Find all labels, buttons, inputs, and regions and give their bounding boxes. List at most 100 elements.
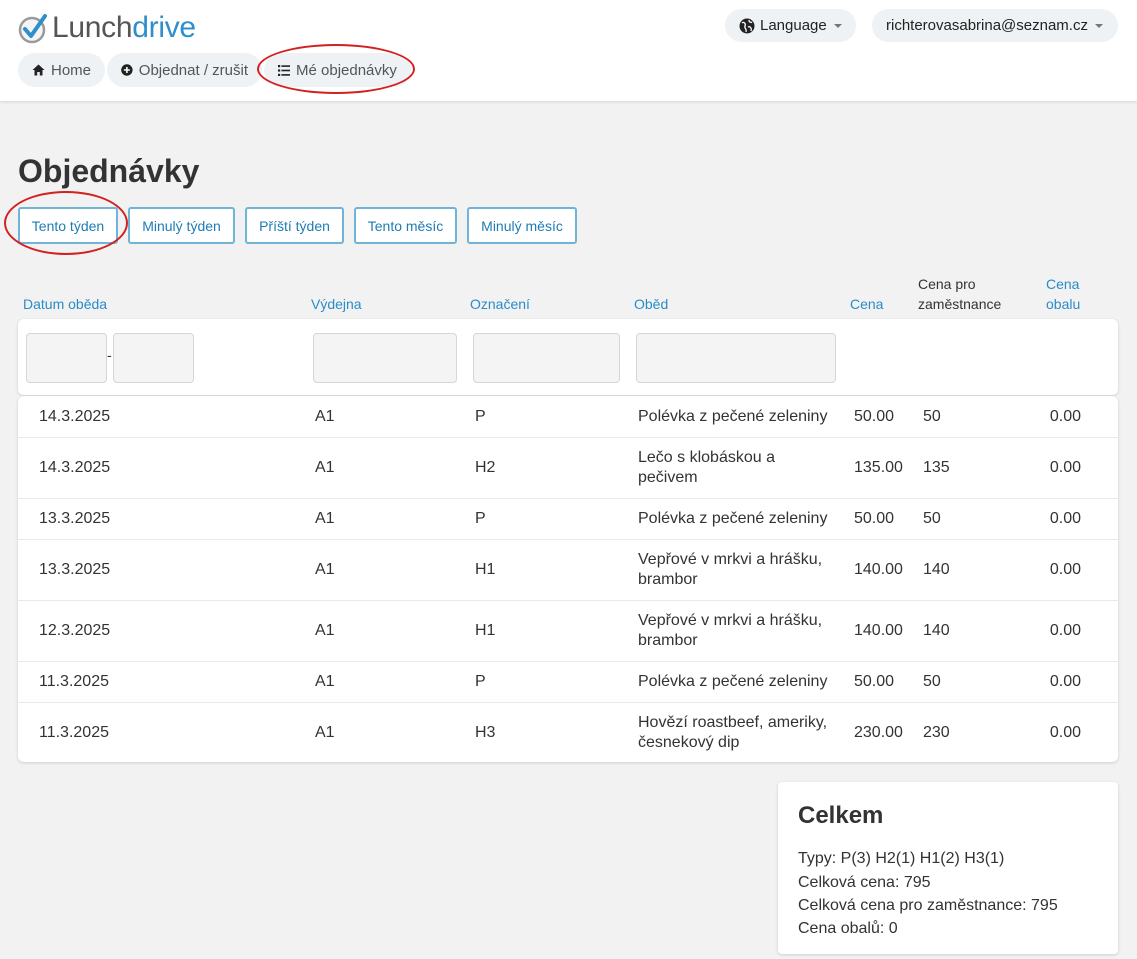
table-row: 14.3.2025 A1 P Polévka z pečené zeleniny…: [18, 396, 1118, 437]
filter-row: -: [18, 319, 1118, 395]
cell-price: 140.00: [854, 622, 903, 639]
next-week-button[interactable]: Příští týden: [245, 207, 344, 244]
summary-total-employee-price: Celková cena pro zaměstnance: 795: [798, 897, 1058, 914]
page-title: Objednávky: [18, 153, 200, 189]
summary-types: Typy: P(3) H2(1) H1(2) H3(1): [798, 850, 1005, 867]
last-week-button[interactable]: Minulý týden: [128, 207, 235, 244]
language-dropdown[interactable]: Language: [725, 9, 856, 42]
nav-my-orders-label: Mé objednávky: [296, 61, 397, 79]
summary-card: Celkem Typy: P(3) H2(1) H1(2) H3(1) Celk…: [778, 782, 1118, 954]
logo-check-icon: [18, 14, 47, 44]
cell-date: 11.3.2025: [39, 723, 109, 741]
chevron-down-icon: [1094, 23, 1103, 28]
cell-packaging-price: 0.00: [1049, 510, 1081, 527]
cell-price: 50.00: [854, 510, 895, 527]
table-row: 12.3.2025 A1 H1 Vepřové v mrkvi a hrášku…: [18, 600, 1118, 661]
cell-meal: Polévka z pečené zeleniny: [638, 673, 828, 690]
cell-canteen: A1: [315, 510, 335, 527]
cell-packaging-price: 0.00: [1049, 723, 1081, 741]
language-label: Language: [760, 17, 827, 34]
summary-title: Celkem: [798, 802, 884, 829]
cell-canteen: A1: [315, 723, 335, 741]
top-bar: Lunchdrive Language richterovasabrina@se…: [0, 0, 1137, 101]
user-menu-dropdown[interactable]: richterovasabrina@seznam.cz: [872, 9, 1118, 42]
cell-employee-price: 50: [923, 407, 941, 425]
plus-circle-icon: [121, 64, 133, 76]
column-header-packaging-line1: Cena: [1046, 276, 1080, 292]
cell-meal: Hovězí roastbeef, ameriky, česnekový dip: [638, 713, 828, 751]
column-header-date[interactable]: Datum oběda: [23, 294, 107, 314]
cell-meal: Vepřové v mrkvi a hrášku, brambor: [638, 612, 823, 649]
cell-date: 14.3.2025: [39, 459, 111, 476]
cell-code: H1: [475, 622, 496, 639]
nav-home-label: Home: [50, 61, 91, 79]
cell-code: H1: [475, 561, 496, 578]
column-header-packaging-price[interactable]: Cena obalu: [1046, 274, 1080, 314]
cell-price: 230.00: [854, 723, 903, 741]
cell-packaging-price: 0.00: [1049, 459, 1081, 476]
logo-text-drive: drive: [132, 11, 196, 44]
cell-code: H3: [475, 723, 496, 741]
globe-icon: [739, 18, 755, 33]
meal-filter-input[interactable]: [636, 333, 836, 383]
this-month-button[interactable]: Tento měsíc: [354, 207, 457, 244]
user-email: richterovasabrina@seznam.cz: [886, 17, 1088, 34]
nav-my-orders[interactable]: Mé objednávky: [264, 53, 411, 87]
table-row: 14.3.2025 A1 H2 Lečo s klobáskou a pečiv…: [18, 437, 1118, 498]
cell-packaging-price: 0.00: [1049, 561, 1081, 578]
cell-canteen: A1: [315, 561, 335, 578]
cell-canteen: A1: [315, 459, 335, 476]
column-header-canteen[interactable]: Výdejna: [311, 294, 362, 314]
cell-canteen: A1: [315, 622, 335, 639]
date-from-filter-input[interactable]: [26, 333, 107, 383]
lunchdrive-logo[interactable]: Lunchdrive: [18, 11, 196, 45]
nav-order-label: Objednat / zrušit: [138, 61, 248, 79]
column-header-code[interactable]: Označení: [470, 294, 530, 314]
cell-meal: Polévka z pečené zeleniny: [638, 510, 828, 527]
column-header-employee-price: Cena pro zaměstnance: [918, 274, 1001, 314]
cell-date: 11.3.2025: [39, 673, 109, 690]
cell-code: P: [475, 407, 486, 425]
cell-code: P: [475, 673, 486, 690]
cell-date: 13.3.2025: [39, 561, 111, 578]
cell-meal: Lečo s klobáskou a pečivem: [638, 449, 775, 486]
logo-text-lunch: Lunch: [52, 11, 133, 44]
cell-meal: Polévka z pečené zeleniny: [638, 407, 828, 425]
column-header-employee-price-line2: zaměstnance: [918, 296, 1002, 312]
cell-date: 14.3.2025: [39, 407, 111, 425]
cell-employee-price: 140: [923, 622, 950, 639]
table-row: 13.3.2025 A1 H1 Vepřové v mrkvi a hrášku…: [18, 539, 1118, 600]
column-header-employee-price-line1: Cena pro: [918, 276, 976, 292]
nav-order[interactable]: Objednat / zrušit: [107, 53, 262, 87]
cell-date: 13.3.2025: [39, 510, 111, 527]
chevron-down-icon: [833, 23, 842, 28]
column-header-price[interactable]: Cena: [850, 294, 883, 314]
date-range-separator: -: [107, 347, 112, 363]
cell-packaging-price: 0.00: [1049, 673, 1081, 690]
cell-packaging-price: 0.00: [1049, 407, 1081, 425]
canteen-filter-input[interactable]: [313, 333, 457, 383]
cell-employee-price: 50: [923, 510, 941, 527]
summary-total-price: Celková cena: 795: [798, 874, 931, 891]
cell-date: 12.3.2025: [39, 622, 111, 639]
orders-table: 14.3.2025 A1 P Polévka z pečené zeleniny…: [18, 396, 1118, 762]
cell-employee-price: 50: [923, 673, 941, 690]
home-icon: [32, 64, 45, 76]
nav-home[interactable]: Home: [18, 53, 105, 87]
column-header-meal[interactable]: Oběd: [634, 294, 668, 314]
cell-employee-price: 135: [923, 459, 950, 476]
cell-employee-price: 140: [923, 561, 950, 578]
cell-price: 50.00: [854, 407, 895, 425]
table-row: 11.3.2025 A1 H3 Hovězí roastbeef, amerik…: [18, 702, 1118, 762]
table-row: 13.3.2025 A1 P Polévka z pečené zeleniny…: [18, 498, 1118, 539]
date-to-filter-input[interactable]: [113, 333, 194, 383]
last-month-button[interactable]: Minulý měsíc: [467, 207, 577, 244]
table-row: 11.3.2025 A1 P Polévka z pečené zeleniny…: [18, 661, 1118, 702]
this-week-button[interactable]: Tento týden: [18, 207, 118, 244]
summary-packaging-price: Cena obalů: 0: [798, 920, 898, 937]
cell-canteen: A1: [315, 407, 335, 425]
code-filter-input[interactable]: [473, 333, 620, 383]
list-icon: [278, 64, 290, 76]
cell-price: 50.00: [854, 673, 895, 690]
cell-code: P: [475, 510, 486, 527]
